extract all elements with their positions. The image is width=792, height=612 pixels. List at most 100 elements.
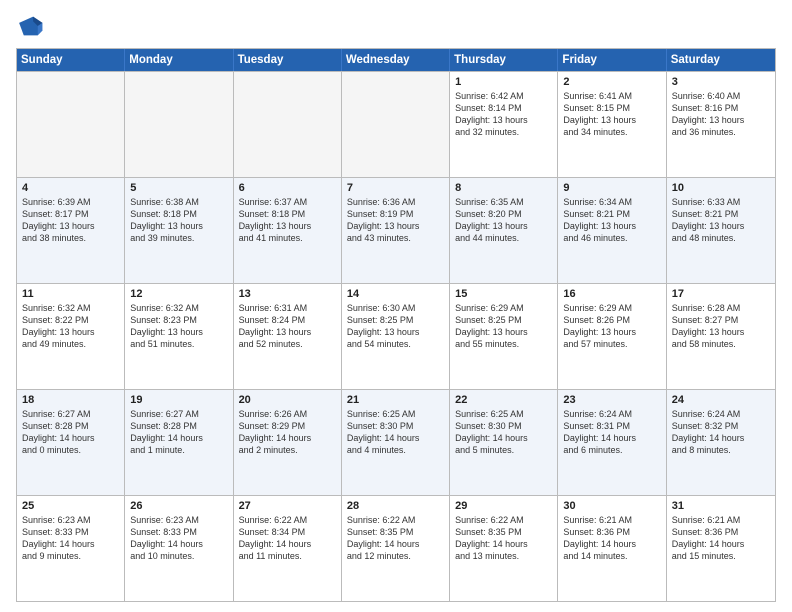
day-info: Sunrise: 6:35 AM Sunset: 8:20 PM Dayligh… — [455, 196, 552, 245]
calendar-cell-23: 23 Sunrise: 6:24 AM Sunset: 8:31 PM Dayli… — [558, 390, 666, 495]
calendar-cell-13: 13 Sunrise: 6:31 AM Sunset: 8:24 PM Dayli… — [234, 284, 342, 389]
day-info: Sunrise: 6:22 AM Sunset: 8:35 PM Dayligh… — [455, 514, 552, 563]
day-info: Sunrise: 6:24 AM Sunset: 8:32 PM Dayligh… — [672, 408, 770, 457]
calendar-row-3: 11 Sunrise: 6:32 AM Sunset: 8:22 PM Dayli… — [17, 283, 775, 389]
weekday-header-monday: Monday — [125, 49, 233, 71]
logo — [16, 12, 48, 40]
day-number: 16 — [563, 288, 660, 300]
weekday-header-tuesday: Tuesday — [234, 49, 342, 71]
calendar-cell-26: 26Sunrise: 6:23 AM Sunset: 8:33 PM Dayli… — [125, 496, 233, 601]
weekday-header-thursday: Thursday — [450, 49, 558, 71]
calendar-row-2: 4Sunrise: 6:39 AM Sunset: 8:17 PM Daylig… — [17, 177, 775, 283]
day-number: 5 — [130, 182, 227, 194]
day-info: Sunrise: 6:23 AM Sunset: 8:33 PM Dayligh… — [22, 514, 119, 563]
calendar-cell-27: 27 Sunrise: 6:22 AM Sunset: 8:34 PM Dayli… — [234, 496, 342, 601]
day-number: 3 — [672, 76, 770, 88]
day-info: Sunrise: 6:26 AM Sunset: 8:29 PM Dayligh… — [239, 408, 336, 457]
calendar-cell-empty-3 — [342, 72, 450, 177]
calendar-row-1: 1 Sunrise: 6:42 AM Sunset: 8:14 PM Daylig… — [17, 71, 775, 177]
calendar-cell-5: 5Sunrise: 6:38 AM Sunset: 8:18 PM Daylig… — [125, 178, 233, 283]
day-number: 15 — [455, 288, 552, 300]
day-number: 31 — [672, 500, 770, 512]
day-info: Sunrise: 6:33 AM Sunset: 8:21 PM Dayligh… — [672, 196, 770, 245]
calendar-header: SundayMondayTuesdayWednesdayThursdayFrid… — [17, 49, 775, 71]
calendar-cell-7: 7 Sunrise: 6:36 AM Sunset: 8:19 PM Daylig… — [342, 178, 450, 283]
day-info: Sunrise: 6:25 AM Sunset: 8:30 PM Dayligh… — [347, 408, 444, 457]
day-info: Sunrise: 6:30 AM Sunset: 8:25 PM Dayligh… — [347, 302, 444, 351]
day-number: 18 — [22, 394, 119, 406]
day-number: 1 — [455, 76, 552, 88]
calendar-cell-25: 25 Sunrise: 6:23 AM Sunset: 8:33 PM Dayli… — [17, 496, 125, 601]
day-number: 12 — [130, 288, 227, 300]
calendar-cell-empty-2 — [234, 72, 342, 177]
calendar-cell-2: 2 Sunrise: 6:41 AM Sunset: 8:15 PM Daylig… — [558, 72, 666, 177]
calendar-cell-18: 18 Sunrise: 6:27 AM Sunset: 8:28 PM Dayli… — [17, 390, 125, 495]
calendar-cell-20: 20 Sunrise: 6:26 AM Sunset: 8:29 PM Dayli… — [234, 390, 342, 495]
day-info: Sunrise: 6:24 AM Sunset: 8:31 PM Dayligh… — [563, 408, 660, 457]
calendar-cell-22: 22 Sunrise: 6:25 AM Sunset: 8:30 PM Dayli… — [450, 390, 558, 495]
day-info: Sunrise: 6:21 AM Sunset: 8:36 PM Dayligh… — [672, 514, 770, 563]
calendar-cell-9: 9Sunrise: 6:34 AM Sunset: 8:21 PM Daylig… — [558, 178, 666, 283]
calendar-cell-19: 19Sunrise: 6:27 AM Sunset: 8:28 PM Dayli… — [125, 390, 233, 495]
logo-icon — [16, 12, 44, 40]
day-number: 14 — [347, 288, 444, 300]
page-header — [16, 12, 776, 40]
day-number: 4 — [22, 182, 119, 194]
day-info: Sunrise: 6:42 AM Sunset: 8:14 PM Dayligh… — [455, 90, 552, 139]
calendar-cell-16: 16 Sunrise: 6:29 AM Sunset: 8:26 PM Dayli… — [558, 284, 666, 389]
day-number: 7 — [347, 182, 444, 194]
day-number: 10 — [672, 182, 770, 194]
day-info: Sunrise: 6:34 AM Sunset: 8:21 PM Dayligh… — [563, 196, 660, 245]
day-number: 2 — [563, 76, 660, 88]
day-info: Sunrise: 6:31 AM Sunset: 8:24 PM Dayligh… — [239, 302, 336, 351]
weekday-header-saturday: Saturday — [667, 49, 775, 71]
day-number: 22 — [455, 394, 552, 406]
day-number: 6 — [239, 182, 336, 194]
day-number: 28 — [347, 500, 444, 512]
day-number: 23 — [563, 394, 660, 406]
calendar-cell-10: 10 Sunrise: 6:33 AM Sunset: 8:21 PM Dayli… — [667, 178, 775, 283]
calendar-cell-11: 11 Sunrise: 6:32 AM Sunset: 8:22 PM Dayli… — [17, 284, 125, 389]
day-number: 11 — [22, 288, 119, 300]
calendar: SundayMondayTuesdayWednesdayThursdayFrid… — [16, 48, 776, 602]
day-info: Sunrise: 6:41 AM Sunset: 8:15 PM Dayligh… — [563, 90, 660, 139]
day-number: 17 — [672, 288, 770, 300]
day-number: 24 — [672, 394, 770, 406]
day-info: Sunrise: 6:21 AM Sunset: 8:36 PM Dayligh… — [563, 514, 660, 563]
weekday-header-wednesday: Wednesday — [342, 49, 450, 71]
day-info: Sunrise: 6:29 AM Sunset: 8:26 PM Dayligh… — [563, 302, 660, 351]
weekday-header-friday: Friday — [558, 49, 666, 71]
calendar-cell-12: 12Sunrise: 6:32 AM Sunset: 8:23 PM Dayli… — [125, 284, 233, 389]
day-info: Sunrise: 6:37 AM Sunset: 8:18 PM Dayligh… — [239, 196, 336, 245]
day-info: Sunrise: 6:23 AM Sunset: 8:33 PM Dayligh… — [130, 514, 227, 563]
day-number: 25 — [22, 500, 119, 512]
day-info: Sunrise: 6:22 AM Sunset: 8:35 PM Dayligh… — [347, 514, 444, 563]
day-number: 8 — [455, 182, 552, 194]
calendar-cell-17: 17 Sunrise: 6:28 AM Sunset: 8:27 PM Dayli… — [667, 284, 775, 389]
day-info: Sunrise: 6:36 AM Sunset: 8:19 PM Dayligh… — [347, 196, 444, 245]
day-number: 27 — [239, 500, 336, 512]
calendar-cell-31: 31 Sunrise: 6:21 AM Sunset: 8:36 PM Dayli… — [667, 496, 775, 601]
day-info: Sunrise: 6:25 AM Sunset: 8:30 PM Dayligh… — [455, 408, 552, 457]
weekday-header-sunday: Sunday — [17, 49, 125, 71]
day-number: 30 — [563, 500, 660, 512]
calendar-cell-8: 8 Sunrise: 6:35 AM Sunset: 8:20 PM Daylig… — [450, 178, 558, 283]
calendar-cell-24: 24 Sunrise: 6:24 AM Sunset: 8:32 PM Dayli… — [667, 390, 775, 495]
calendar-cell-14: 14 Sunrise: 6:30 AM Sunset: 8:25 PM Dayli… — [342, 284, 450, 389]
calendar-cell-15: 15 Sunrise: 6:29 AM Sunset: 8:25 PM Dayli… — [450, 284, 558, 389]
day-info: Sunrise: 6:22 AM Sunset: 8:34 PM Dayligh… — [239, 514, 336, 563]
calendar-cell-28: 28 Sunrise: 6:22 AM Sunset: 8:35 PM Dayli… — [342, 496, 450, 601]
day-number: 29 — [455, 500, 552, 512]
day-number: 13 — [239, 288, 336, 300]
day-info: Sunrise: 6:29 AM Sunset: 8:25 PM Dayligh… — [455, 302, 552, 351]
calendar-cell-21: 21Sunrise: 6:25 AM Sunset: 8:30 PM Dayli… — [342, 390, 450, 495]
calendar-cell-1: 1 Sunrise: 6:42 AM Sunset: 8:14 PM Daylig… — [450, 72, 558, 177]
calendar-row-4: 18 Sunrise: 6:27 AM Sunset: 8:28 PM Dayli… — [17, 389, 775, 495]
day-info: Sunrise: 6:28 AM Sunset: 8:27 PM Dayligh… — [672, 302, 770, 351]
day-info: Sunrise: 6:32 AM Sunset: 8:22 PM Dayligh… — [22, 302, 119, 351]
day-number: 20 — [239, 394, 336, 406]
calendar-cell-3: 3Sunrise: 6:40 AM Sunset: 8:16 PM Daylig… — [667, 72, 775, 177]
day-number: 19 — [130, 394, 227, 406]
calendar-body: 1 Sunrise: 6:42 AM Sunset: 8:14 PM Daylig… — [17, 71, 775, 601]
day-info: Sunrise: 6:27 AM Sunset: 8:28 PM Dayligh… — [22, 408, 119, 457]
